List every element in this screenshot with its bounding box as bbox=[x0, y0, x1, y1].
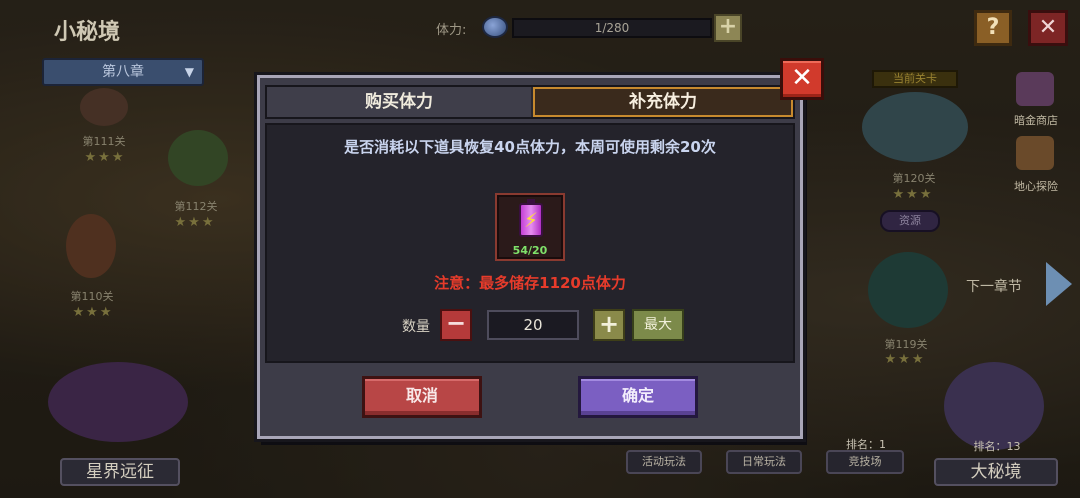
item-count: 54/20 bbox=[512, 244, 548, 257]
tab-refill-stamina[interactable]: 补充体力 bbox=[533, 87, 793, 117]
refill-question: 是否消耗以下道具恢复40点体力，本周可使用剩余20次 bbox=[344, 138, 716, 156]
big-realm-rank: 排名：13 bbox=[973, 440, 1021, 453]
chevron-down-icon: ▼ bbox=[184, 65, 194, 79]
dark-shop-icon[interactable] bbox=[1016, 72, 1054, 106]
stamina-add-button[interactable]: + bbox=[714, 14, 742, 42]
arena-button[interactable]: 竞技场 bbox=[826, 450, 904, 474]
astral-expedition-button[interactable]: 星界远征 bbox=[60, 458, 180, 486]
modal-tabs: 购买体力 补充体力 bbox=[265, 85, 795, 119]
quantity-label: 数量 bbox=[402, 319, 430, 335]
underground-label: 地心探险 bbox=[1014, 180, 1058, 193]
quantity-increase-button[interactable]: + bbox=[593, 309, 625, 341]
chapter-select[interactable]: 第八章 ▼ bbox=[42, 58, 204, 86]
next-chapter-arrow-icon[interactable] bbox=[1046, 262, 1072, 306]
confirm-button[interactable]: 确定 bbox=[578, 376, 698, 418]
quantity-max-button[interactable]: 最大 bbox=[632, 309, 684, 341]
stamina-bar: 1/280 bbox=[512, 18, 712, 38]
battery-icon: ⚡ bbox=[519, 199, 543, 237]
big-realm-button[interactable]: 大秘境 bbox=[934, 458, 1058, 486]
daily-button[interactable]: 日常玩法 bbox=[726, 450, 802, 474]
activity-button[interactable]: 活动玩法 bbox=[626, 450, 702, 474]
storage-warning: 注意：最多储存1120点体力 bbox=[434, 274, 626, 292]
chapter-label: 第八章 bbox=[102, 64, 144, 80]
help-button[interactable]: ? bbox=[974, 10, 1012, 46]
underground-icon[interactable] bbox=[1016, 136, 1054, 170]
close-page-button[interactable]: ✕ bbox=[1028, 10, 1068, 46]
modal-close-button[interactable]: ✕ bbox=[780, 58, 824, 100]
energy-item-slot[interactable]: ⚡ 54/20 bbox=[495, 193, 565, 261]
cancel-button[interactable]: 取消 bbox=[362, 376, 482, 418]
tab-buy-stamina[interactable]: 购买体力 bbox=[267, 87, 531, 117]
quantity-input[interactable]: 20 bbox=[487, 310, 579, 340]
stamina-icon bbox=[482, 16, 508, 38]
quantity-decrease-button[interactable]: − bbox=[440, 309, 472, 341]
bolt-icon: ⚡ bbox=[524, 208, 539, 232]
dark-shop-label: 暗金商店 bbox=[1014, 114, 1058, 127]
stamina-label: 体力: bbox=[436, 23, 467, 38]
next-chapter-label: 下一章节 bbox=[966, 279, 1022, 295]
page-title: 小秘境 bbox=[54, 20, 121, 45]
